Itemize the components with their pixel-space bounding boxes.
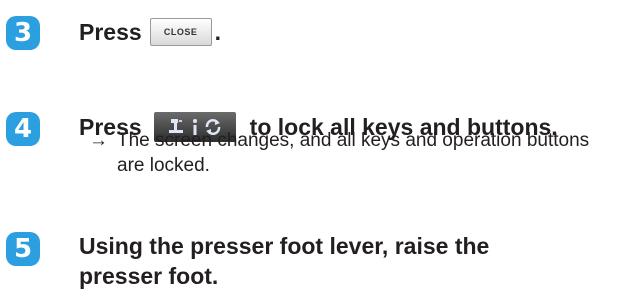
result-arrow: → (89, 130, 108, 151)
instruction-text: . (214, 18, 222, 45)
step-number-badge: 3 (6, 16, 40, 50)
result-text: The screen changes, and all keys and ope… (117, 130, 590, 176)
close-button: CLOSE (149, 18, 212, 46)
step-instruction-line-1: Using the presser foot lever, raise the (79, 233, 490, 259)
step-number-badge: 5 (6, 232, 40, 266)
step-instruction-line-2: presser foot. (79, 263, 219, 289)
step-instruction: Press CLOSE . (79, 15, 221, 49)
step-result: → The screen changes, and all keys and o… (89, 128, 609, 178)
instruction-text: Press (79, 18, 142, 45)
step-number-badge: 4 (6, 112, 40, 146)
